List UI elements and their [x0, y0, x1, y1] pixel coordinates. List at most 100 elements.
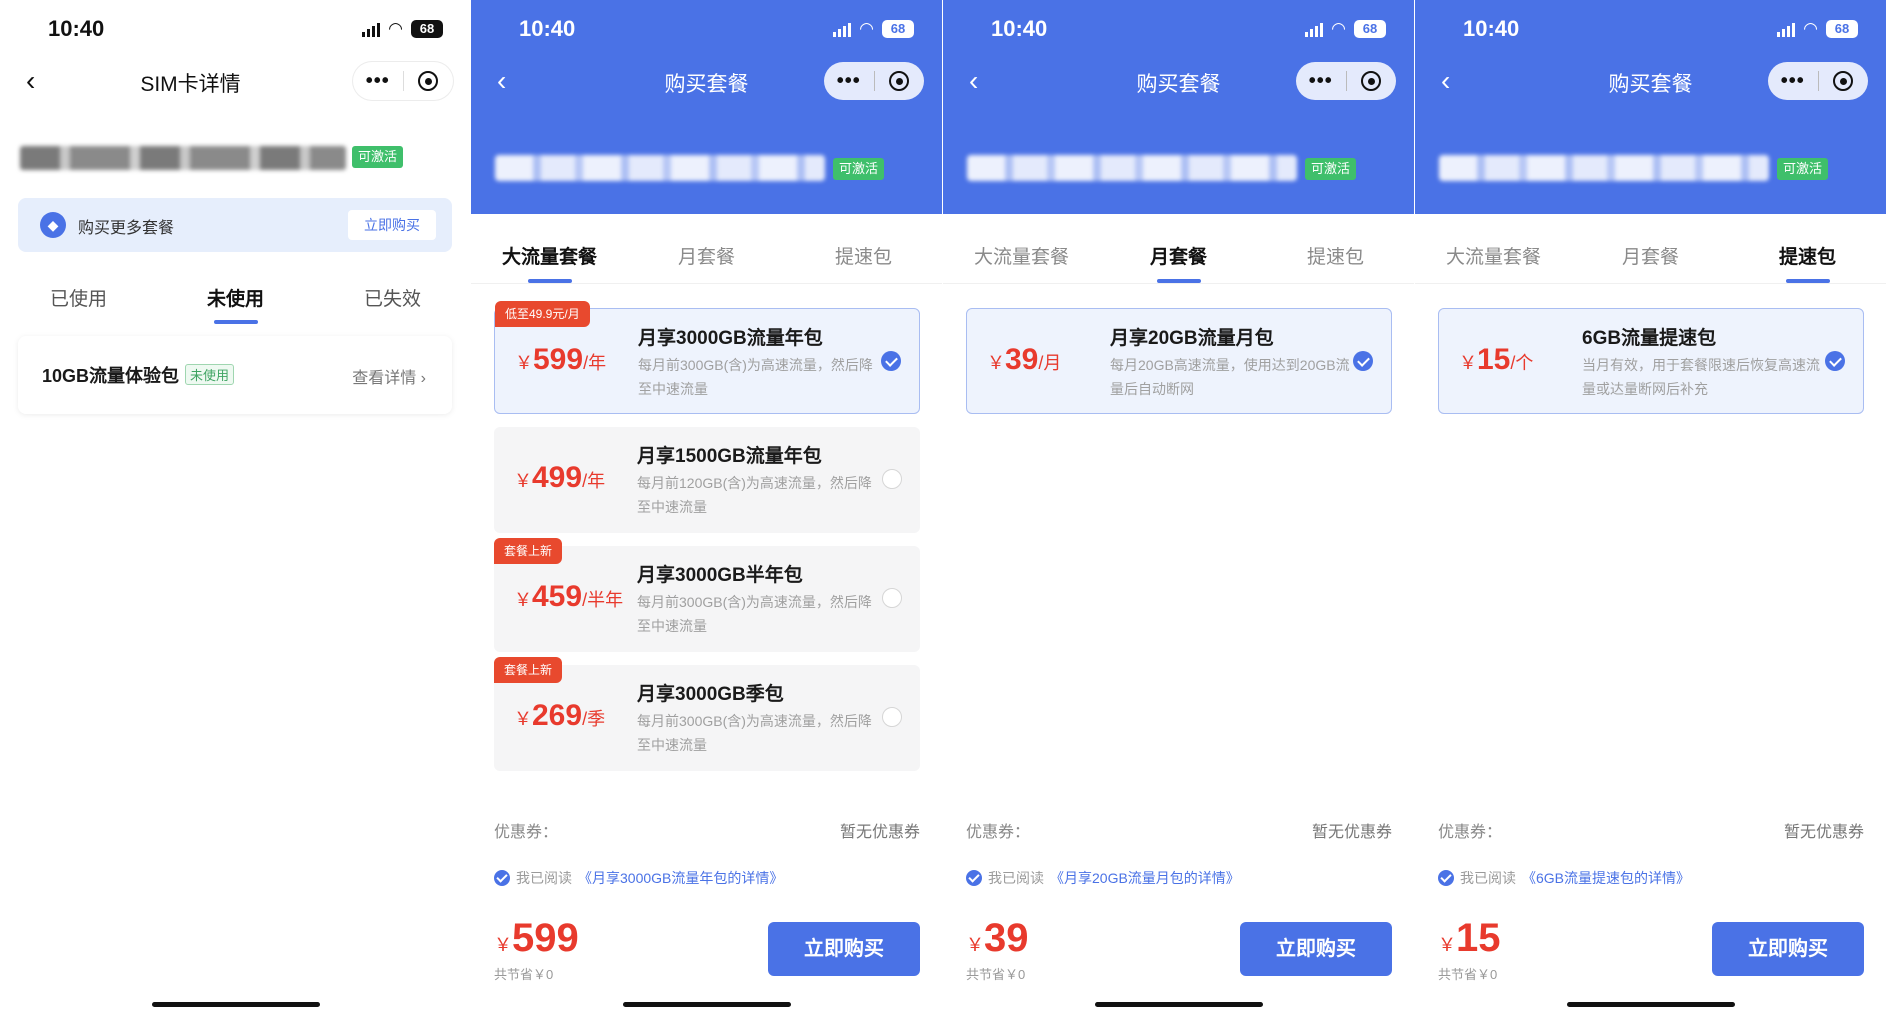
more-icon[interactable]: ••• [1768, 70, 1818, 93]
tab-large-data[interactable]: 大流量套餐 [943, 214, 1100, 283]
plan-ribbon: 套餐上新 [494, 657, 563, 683]
signal-icon [362, 21, 381, 37]
view-detail-link[interactable]: 查看详情 › [352, 364, 426, 388]
agree-check-icon[interactable] [966, 870, 982, 886]
usage-tabs: 已使用 未使用 已失效 [0, 284, 471, 330]
check-icon[interactable] [1353, 351, 1373, 371]
plan-name: 月享1500GB流量年包 [637, 446, 822, 467]
sim-number-blurred [1439, 155, 1769, 181]
plan-option[interactable]: ￥39/月 月享20GB流量月包 每月20GB高速流量，使用达到20GB流量后自… [966, 308, 1392, 414]
agree-check-icon[interactable] [1438, 870, 1454, 886]
status-icons: ◠ 68 [362, 20, 443, 38]
battery-icon: 68 [1354, 20, 1386, 38]
coupon-value: 暂无优惠券 [1783, 824, 1864, 841]
home-indicator [622, 1002, 791, 1007]
package-card[interactable]: 10GB流量体验包 未使用 查看详情 › [18, 336, 452, 414]
close-target-icon[interactable] [875, 71, 925, 91]
close-target-icon[interactable] [1819, 71, 1869, 91]
check-icon[interactable] [1825, 351, 1845, 371]
tab-monthly[interactable]: 月套餐 [628, 214, 785, 283]
promo-banner: ◆ 购买更多套餐 立即购买 [18, 198, 452, 252]
activation-badge: 可激活 [1777, 158, 1829, 180]
agree-check-icon[interactable] [494, 870, 510, 886]
mini-program-capsule: ••• [1768, 62, 1868, 100]
plan-tabs: 大流量套餐 月套餐 提速包 [471, 214, 942, 284]
back-icon[interactable]: ‹ [26, 66, 52, 96]
more-icon[interactable]: ••• [353, 70, 403, 93]
plan-price: ￥39/月 [987, 343, 1062, 376]
wifi-icon: ◠ [1331, 19, 1346, 38]
nav-bar: ‹ 购买套餐 ••• [471, 58, 942, 106]
coupon-label: 优惠券： [494, 824, 559, 841]
tab-used[interactable]: 已使用 [0, 284, 157, 330]
tab-monthly[interactable]: 月套餐 [1100, 214, 1257, 283]
saved-amount: 共节省￥0 [494, 967, 554, 982]
buy-button[interactable]: 立即购买 [1712, 922, 1864, 976]
agreement-link[interactable]: 《月享20GB流量月包的详情》 [1050, 868, 1240, 888]
nav-bar: ‹ 购买套餐 ••• [943, 58, 1414, 106]
coupon-row[interactable]: 优惠券： 暂无优惠券 [494, 818, 920, 842]
status-bar: 10:40 ◠ 68 [943, 16, 1414, 42]
more-icon[interactable]: ••• [824, 70, 874, 93]
plan-option[interactable]: 套餐上新 ￥269/季 月享3000GB季包 每月前300GB(含)为高速流量，… [494, 657, 920, 771]
plan-option[interactable]: 套餐上新 ￥459/半年 月享3000GB半年包 每月前300GB(含)为高速流… [494, 538, 920, 652]
package-name: 10GB流量体验包 未使用 [42, 362, 235, 388]
status-bar: 10:40 ◠ 68 [471, 16, 942, 42]
agreement-row: 我已阅读 《月享20GB流量月包的详情》 [966, 868, 1240, 888]
wifi-icon: ◠ [388, 19, 403, 38]
plan-option[interactable]: 低至49.9元/月 ￥599/年 月享3000GB流量年包 每月前300GB(含… [494, 301, 920, 414]
agreement-link[interactable]: 《6GB流量提速包的详情》 [1522, 868, 1690, 888]
plan-option[interactable]: ￥15/个 6GB流量提速包 当月有效，用于套餐限速后恢复高速流量或达量断网后补… [1438, 308, 1864, 414]
tab-unused[interactable]: 未使用 [157, 284, 314, 330]
status-bar: 10:40 ◠ 68 [0, 16, 471, 42]
coupon-label: 优惠券： [966, 824, 1031, 841]
agree-text: 我已阅读 [1460, 870, 1516, 886]
mini-program-capsule: ••• [1296, 62, 1396, 100]
buy-button[interactable]: 立即购买 [768, 922, 920, 976]
plan-list: ￥15/个 6GB流量提速包 当月有效，用于套餐限速后恢复高速流量或达量断网后补… [1438, 308, 1864, 427]
radio-icon[interactable] [882, 588, 902, 608]
sim-number-blurred [20, 146, 346, 170]
agreement-row: 我已阅读 《6GB流量提速包的详情》 [1438, 868, 1690, 888]
tab-speed-boost[interactable]: 提速包 [1257, 214, 1414, 283]
buy-plan-screen-large: 10:40 ◠ 68 ‹ 购买套餐 ••• 可激活 大流量套餐 月套餐 提速包 … [471, 0, 942, 1019]
status-time: 10:40 [48, 16, 105, 41]
buy-button[interactable]: 立即购买 [1240, 922, 1392, 976]
buy-now-button[interactable]: 立即购买 [348, 210, 436, 240]
home-indicator [151, 1002, 320, 1007]
activation-badge: 可激活 [352, 146, 404, 168]
plan-price: ￥15/个 [1459, 343, 1534, 376]
more-icon[interactable]: ••• [1296, 70, 1346, 93]
agree-text: 我已阅读 [988, 870, 1044, 886]
close-target-icon[interactable] [404, 71, 454, 91]
plan-list: 低至49.9元/月 ￥599/年 月享3000GB流量年包 每月前300GB(含… [494, 301, 920, 784]
plan-list: ￥39/月 月享20GB流量月包 每月20GB高速流量，使用达到20GB流量后自… [966, 308, 1392, 427]
plan-price: ￥269/季 [514, 699, 606, 732]
plan-desc: 每月前300GB(含)为高速流量，然后降至中速流量 [637, 713, 872, 753]
tab-monthly[interactable]: 月套餐 [1572, 214, 1729, 283]
plan-price: ￥599/年 [515, 343, 607, 376]
nav-bar: ‹ SIM卡详情 ••• [0, 58, 471, 106]
plan-desc: 每月20GB高速流量，使用达到20GB流量后自动断网 [1110, 357, 1350, 397]
nav-bar: ‹ 购买套餐 ••• [1415, 58, 1886, 106]
check-icon[interactable] [881, 351, 901, 371]
tab-speed-boost[interactable]: 提速包 [785, 214, 942, 283]
plan-option[interactable]: ￥499/年 月享1500GB流量年包 每月前120GB(含)为高速流量，然后降… [494, 427, 920, 533]
plan-name: 月享3000GB季包 [637, 684, 784, 705]
tab-expired[interactable]: 已失效 [314, 284, 471, 330]
plan-desc: 每月前300GB(含)为高速流量，然后降至中速流量 [637, 594, 872, 634]
tab-large-data[interactable]: 大流量套餐 [471, 214, 628, 283]
signal-icon [1777, 21, 1796, 37]
radio-icon[interactable] [882, 469, 902, 489]
plan-tabs: 大流量套餐 月套餐 提速包 [943, 214, 1414, 284]
tab-large-data[interactable]: 大流量套餐 [1415, 214, 1572, 283]
radio-icon[interactable] [882, 707, 902, 727]
tab-speed-boost[interactable]: 提速包 [1729, 214, 1886, 283]
coupon-value: 暂无优惠券 [1311, 824, 1392, 841]
close-target-icon[interactable] [1347, 71, 1397, 91]
agreement-link[interactable]: 《月享3000GB流量年包的详情》 [578, 868, 783, 888]
coupon-row[interactable]: 优惠券： 暂无优惠券 [1438, 818, 1864, 842]
sim-number-blurred [967, 155, 1297, 181]
signal-icon [833, 21, 852, 37]
coupon-row[interactable]: 优惠券： 暂无优惠券 [966, 818, 1392, 842]
